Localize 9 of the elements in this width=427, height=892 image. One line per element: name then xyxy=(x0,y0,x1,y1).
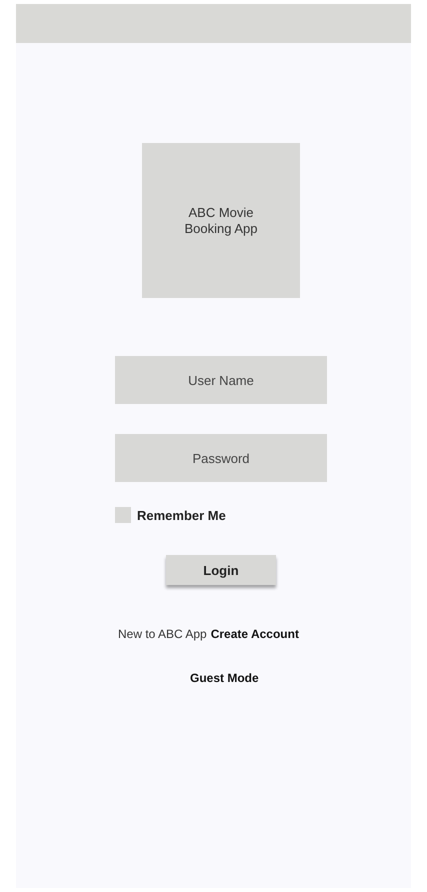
username-field[interactable]: User Name xyxy=(115,356,327,404)
create-account-link[interactable]: Create Account xyxy=(210,627,299,641)
password-field[interactable]: Password xyxy=(115,434,327,482)
guest-mode-link[interactable]: Guest Mode xyxy=(190,671,259,685)
login-button[interactable]: Login xyxy=(166,555,276,585)
signup-prompt: New to ABC App xyxy=(118,627,207,641)
remember-label: Remember Me xyxy=(137,508,226,522)
app-title: ABC Movie Booking App xyxy=(183,204,258,236)
remember-checkbox[interactable] xyxy=(115,507,131,523)
